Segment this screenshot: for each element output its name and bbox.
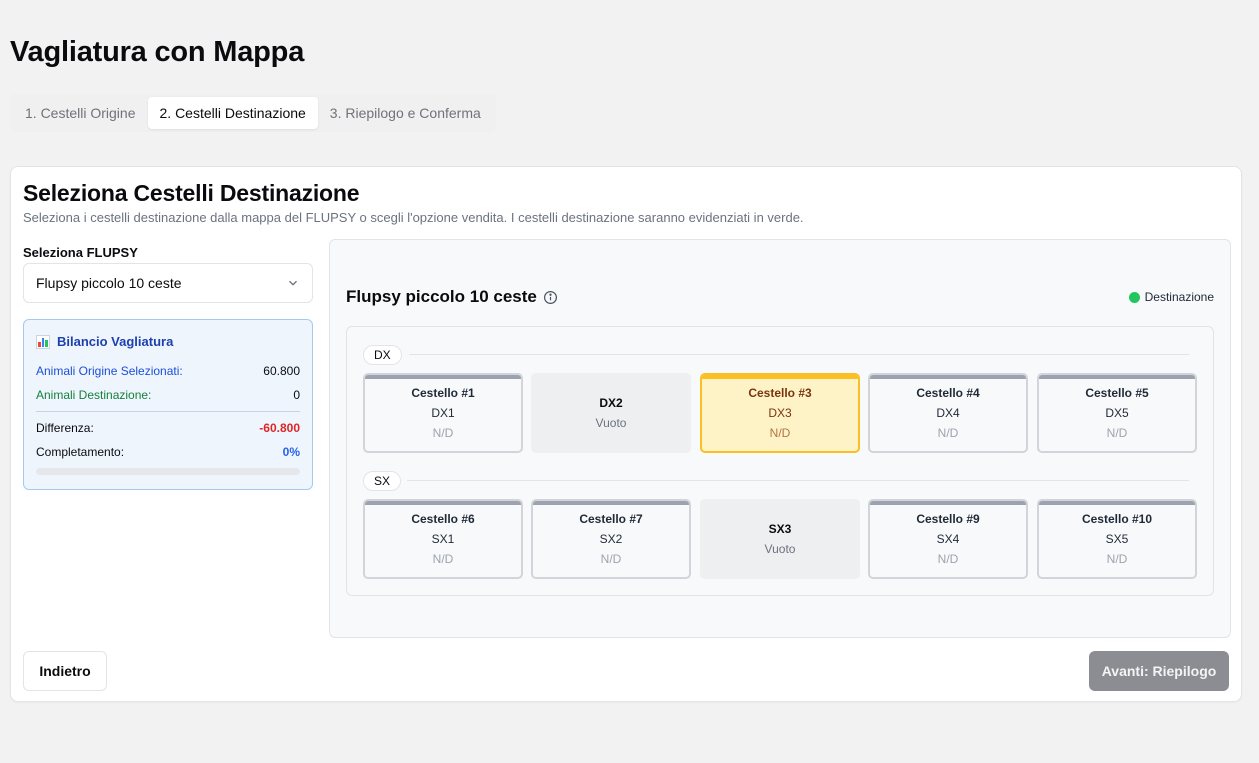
basket-grid: DX Cestello #1 DX1 N/D DX2 Vuoto Cestell… <box>346 326 1214 596</box>
basket-value: N/D <box>432 552 454 566</box>
slot-position: SX3 <box>768 522 792 536</box>
step-tabs: 1. Cestelli Origine 2. Cestelli Destinaz… <box>10 94 496 132</box>
info-icon[interactable] <box>543 290 558 305</box>
dest-value: 0 <box>293 388 300 402</box>
basket-value: N/D <box>600 552 622 566</box>
next-summary-button[interactable]: Avanti: Riepilogo <box>1089 651 1229 691</box>
basket-value: N/D <box>432 426 454 440</box>
basket-slot-dx4[interactable]: Cestello #4 DX4 N/D <box>868 373 1028 453</box>
basket-value: N/D <box>1106 552 1128 566</box>
dest-row: Animali Destinazione: 0 <box>36 383 300 407</box>
diff-value: -60.800 <box>259 421 300 435</box>
completion-progress-bar <box>36 468 300 475</box>
card-title: Seleziona Cestelli Destinazione <box>23 180 360 206</box>
basket-position: DX3 <box>768 406 792 420</box>
map-title: Flupsy piccolo 10 ceste <box>346 287 558 307</box>
flupsy-map-panel: Flupsy piccolo 10 ceste Destinazione DX … <box>329 239 1231 638</box>
tab-cestelli-destinazione[interactable]: 2. Cestelli Destinazione <box>147 97 318 129</box>
basket-value: N/D <box>769 426 791 440</box>
diff-label: Differenza: <box>36 421 94 435</box>
legend-dot-icon <box>1128 291 1140 303</box>
basket-slot-dx3[interactable]: Cestello #3 DX3 N/D <box>700 373 860 453</box>
slot-position: DX2 <box>599 396 623 410</box>
completion-value: 0% <box>282 445 300 459</box>
tab-cestelli-origine[interactable]: 1. Cestelli Origine <box>13 97 148 129</box>
basket-slot-sx5[interactable]: Cestello #10 SX5 N/D <box>1037 499 1197 579</box>
completion-label: Completamento: <box>36 445 125 459</box>
flupsy-select[interactable]: Flupsy piccolo 10 ceste <box>23 263 313 303</box>
flupsy-select-label: Seleziona FLUPSY <box>23 245 138 260</box>
basket-value: N/D <box>937 426 959 440</box>
basket-name: Cestello #10 <box>1081 512 1153 526</box>
balance-panel: Bilancio Vagliatura Animali Origine Sele… <box>23 319 313 490</box>
basket-name: Cestello #4 <box>916 386 980 400</box>
basket-position: DX5 <box>1105 406 1129 420</box>
page-title: Vagliatura con Mappa <box>10 36 305 68</box>
origin-label: Animali Origine Selezionati: <box>36 364 183 378</box>
completion-row: Completamento: 0% <box>36 440 300 464</box>
empty-slot-dx2[interactable]: DX2 Vuoto <box>531 373 691 453</box>
flupsy-select-value: Flupsy piccolo 10 ceste <box>36 275 182 291</box>
dest-label: Animali Destinazione: <box>36 388 152 402</box>
origin-value: 60.800 <box>263 364 300 378</box>
row-divider <box>407 480 1189 481</box>
basket-name: Cestello #5 <box>1085 386 1149 400</box>
basket-name: Cestello #3 <box>748 386 812 400</box>
basket-name: Cestello #1 <box>411 386 475 400</box>
map-title-text: Flupsy piccolo 10 ceste <box>346 287 537 306</box>
row-divider <box>409 354 1189 355</box>
row-label-sx: SX <box>363 471 402 491</box>
basket-position: DX4 <box>936 406 960 420</box>
basket-slot-dx1[interactable]: Cestello #1 DX1 N/D <box>363 373 523 453</box>
origin-row: Animali Origine Selezionati: 60.800 <box>36 359 300 383</box>
slot-empty-label: Vuoto <box>595 416 627 430</box>
basket-value: N/D <box>1106 426 1128 440</box>
basket-slot-sx4[interactable]: Cestello #9 SX4 N/D <box>868 499 1028 579</box>
basket-name: Cestello #6 <box>411 512 475 526</box>
diff-row: Differenza: -60.800 <box>36 416 300 440</box>
empty-slot-sx3[interactable]: SX3 Vuoto <box>700 499 860 579</box>
basket-name: Cestello #9 <box>916 512 980 526</box>
basket-name: Cestello #7 <box>579 512 643 526</box>
card-description: Seleziona i cestelli destinazione dalla … <box>23 210 804 225</box>
legend: Destinazione <box>1128 290 1214 304</box>
basket-slot-dx5[interactable]: Cestello #5 DX5 N/D <box>1037 373 1197 453</box>
balance-divider <box>36 411 300 412</box>
basket-value: N/D <box>937 552 959 566</box>
slot-empty-label: Vuoto <box>764 542 796 556</box>
basket-slot-sx1[interactable]: Cestello #6 SX1 N/D <box>363 499 523 579</box>
balance-title: Bilancio Vagliatura <box>36 334 300 349</box>
basket-position: SX2 <box>599 532 623 546</box>
back-button[interactable]: Indietro <box>23 651 107 691</box>
balance-title-text: Bilancio Vagliatura <box>57 334 174 349</box>
basket-slot-sx2[interactable]: Cestello #7 SX2 N/D <box>531 499 691 579</box>
destination-card: Seleziona Cestelli Destinazione Selezion… <box>10 166 1242 702</box>
row-label-dx: DX <box>363 345 402 365</box>
basket-position: SX5 <box>1105 532 1129 546</box>
legend-label: Destinazione <box>1144 290 1214 304</box>
chevron-down-icon <box>289 280 297 286</box>
bar-chart-icon <box>36 334 50 349</box>
basket-position: SX4 <box>936 532 960 546</box>
basket-position: DX1 <box>431 406 455 420</box>
basket-position: SX1 <box>431 532 455 546</box>
tab-riepilogo-conferma[interactable]: 3. Riepilogo e Conferma <box>318 97 493 129</box>
